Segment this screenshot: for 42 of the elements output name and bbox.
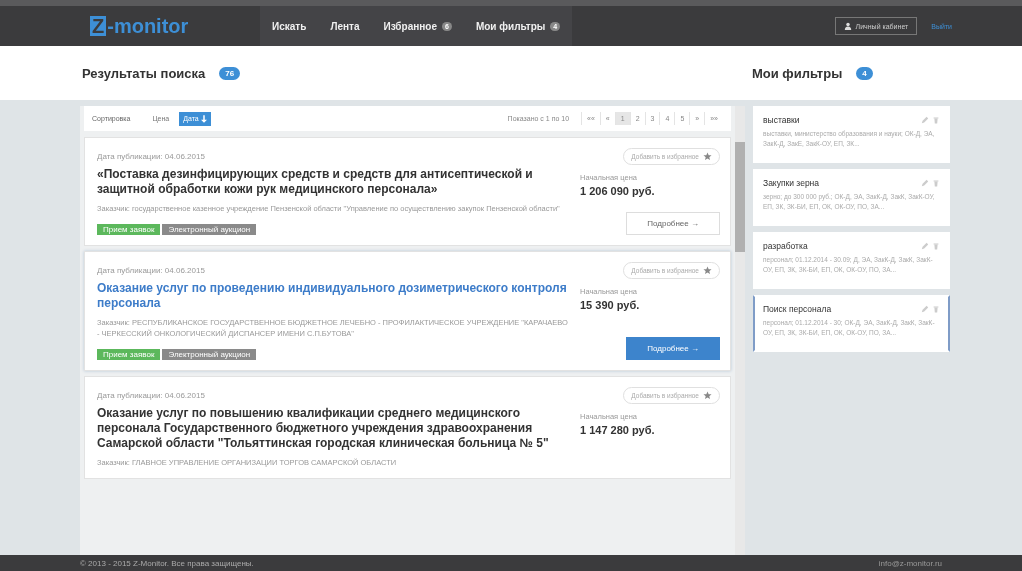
publication-date: Дата публикации: 04.06.2015: [97, 391, 206, 400]
publication-date: Дата публикации: 04.06.2015: [97, 152, 206, 161]
details-button[interactable]: Подробнее →: [626, 337, 720, 360]
price-value: 15 390 руб.: [580, 299, 640, 311]
trash-icon[interactable]: [932, 179, 940, 187]
nav-link[interactable]: Искать: [260, 20, 319, 32]
status-tag: Прием заявок: [97, 349, 161, 360]
star-icon: [703, 391, 712, 400]
price-value: 1 147 280 руб.: [580, 424, 655, 436]
status-tag: Прием заявок: [97, 224, 161, 235]
arrow-down-icon: [200, 114, 207, 123]
price-value: 1 206 090 руб.: [580, 185, 655, 197]
logo[interactable]: Z-monitor: [90, 14, 260, 38]
filter-name: Поиск персонала: [763, 304, 833, 314]
publication-date: Дата публикации: 04.06.2015: [97, 266, 206, 275]
filter-name: разработка: [763, 241, 809, 251]
filter-name: Закупки зерна: [763, 178, 821, 188]
user-icon: [843, 22, 852, 30]
pencil-icon[interactable]: [921, 242, 929, 250]
status-tag: Электронный аукцион: [162, 349, 257, 360]
email-link[interactable]: info@z-monitor.ru: [878, 558, 942, 568]
filter-name: выставки: [763, 115, 801, 125]
nav-link[interactable]: Лента: [318, 20, 372, 32]
results-title: Результаты поиска: [82, 65, 206, 81]
count-badge: 76: [219, 66, 241, 80]
tender-title[interactable]: Оказание услуг по повышению квалификации среднего медицинского персонала Государственного бюджетного учреждения здравоохранения Самарской области "Тольяттинская городская клиническая больница № 5": [97, 406, 570, 451]
filters-title: Мои фильтры: [752, 65, 843, 81]
count-badge: 4: [856, 66, 873, 80]
trash-icon[interactable]: [932, 242, 940, 250]
details-button[interactable]: Подробнее →: [626, 212, 720, 235]
scrollbar[interactable]: [735, 106, 745, 555]
pencil-icon[interactable]: [921, 179, 929, 187]
pencil-icon[interactable]: [921, 305, 929, 313]
star-icon: [703, 152, 712, 161]
copyright-text: © 2013 - 2015 Z-Monitor. Все права защищены.: [80, 558, 254, 568]
tender-title[interactable]: «Поставка дезинфицирующих средств и средств для антисептической и защитной обработки кожи рук медицинского персонала»: [97, 167, 570, 197]
pencil-icon[interactable]: [921, 116, 929, 124]
star-icon: [703, 266, 712, 275]
trash-icon[interactable]: [932, 305, 940, 313]
status-tag: Электронный аукцион: [162, 224, 257, 235]
trash-icon[interactable]: [932, 116, 940, 124]
tender-title[interactable]: Оказание услуг по проведению индивидуального дозиметрического контроля персонала: [97, 281, 570, 311]
